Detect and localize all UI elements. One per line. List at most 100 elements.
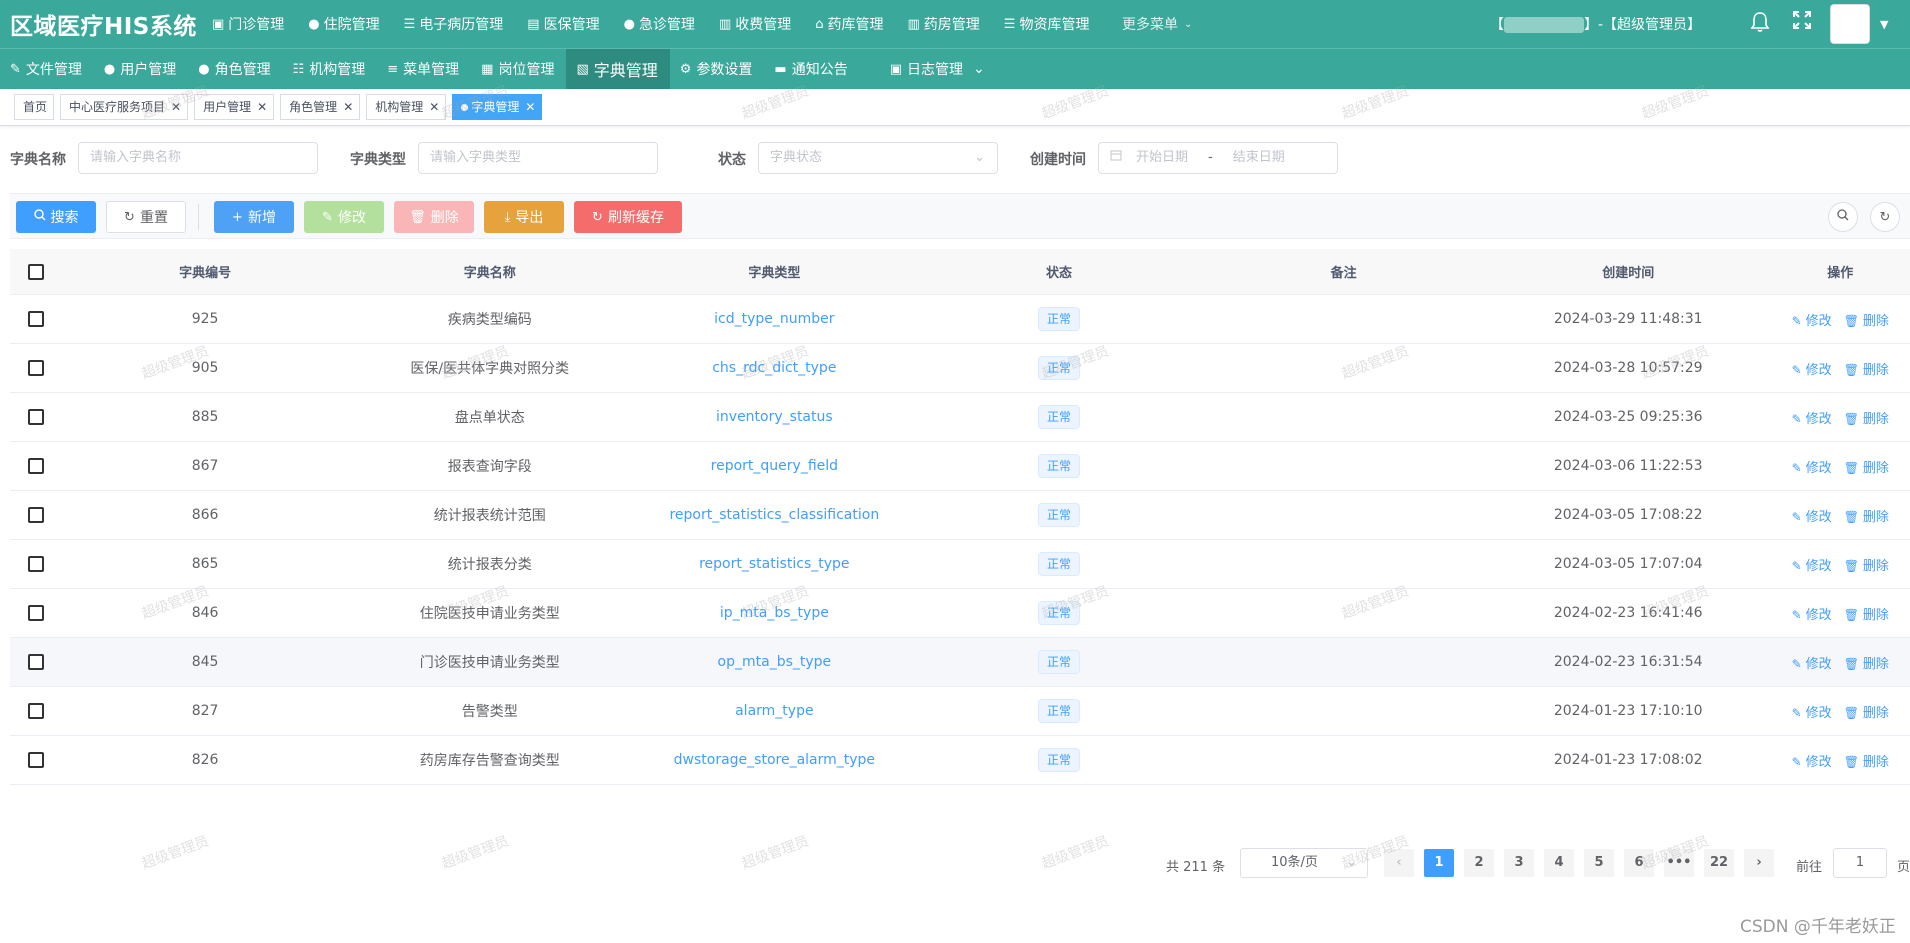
row-edit-button[interactable]: ✎ 修改 xyxy=(1792,702,1832,721)
row-checkbox[interactable] xyxy=(28,507,45,523)
row-checkbox-cell[interactable] xyxy=(10,556,63,572)
dict-type-link[interactable]: report_statistics_type xyxy=(632,556,917,572)
top-menu-item[interactable]: ▣ 门诊管理 xyxy=(200,0,296,48)
row-checkbox-cell[interactable] xyxy=(10,605,63,621)
export-button[interactable]: ⤓ 导出 xyxy=(484,201,564,233)
row-edit-button[interactable]: ✎ 修改 xyxy=(1792,751,1832,770)
refresh-table-button[interactable]: ↻ xyxy=(1870,202,1900,232)
sub-menu-item[interactable]: ▣ 日志管理 ⌄ xyxy=(880,49,997,90)
toggle-search-button[interactable] xyxy=(1828,202,1858,232)
tag-item[interactable]: 字典管理 ✕ xyxy=(452,94,543,120)
app-logo-title[interactable]: 区域医疗HIS系统 xyxy=(0,7,200,41)
table-row[interactable]: 826 药房库存告警查询类型 dwstorage_store_alarm_type 正… xyxy=(10,736,1910,785)
close-icon[interactable]: ✕ xyxy=(171,95,181,119)
tag-item[interactable]: 用户管理 ✕ xyxy=(194,94,275,120)
next-page-button[interactable]: › xyxy=(1744,849,1774,877)
close-icon[interactable]: ✕ xyxy=(429,95,439,119)
more-pages-button[interactable]: ••• xyxy=(1664,849,1694,877)
row-checkbox[interactable] xyxy=(28,458,45,474)
end-date-placeholder[interactable]: 结束日期 xyxy=(1233,143,1285,173)
tag-item[interactable]: 中心医疗服务项目 ✕ xyxy=(60,94,189,120)
edit-button[interactable]: ✎ 修改 xyxy=(304,201,384,233)
sub-menu-item[interactable]: ● 用户管理 xyxy=(94,49,188,90)
tag-item[interactable]: 机构管理 ✕ xyxy=(366,94,447,120)
dict-type-link[interactable]: op_mta_bs_type xyxy=(632,654,917,670)
user-info[interactable]: 【 】-【超级管理员】 xyxy=(1490,14,1701,34)
page-number-button[interactable]: 1 xyxy=(1424,849,1454,877)
row-edit-button[interactable]: ✎ 修改 xyxy=(1792,457,1832,476)
top-menu-item[interactable]: ● 住院管理 xyxy=(296,0,391,48)
sub-menu-item[interactable]: ▦ 岗位管理 xyxy=(471,49,566,90)
row-checkbox-cell[interactable] xyxy=(10,703,63,719)
sub-menu-item[interactable]: ▬ 通知公告 xyxy=(764,49,859,90)
refresh-cache-button[interactable]: ↻ 刷新缓存 xyxy=(574,201,682,233)
row-edit-button[interactable]: ✎ 修改 xyxy=(1792,506,1832,525)
sub-menu-item[interactable]: ● 角色管理 xyxy=(188,49,282,90)
row-checkbox-cell[interactable] xyxy=(10,507,63,523)
dict-type-link[interactable]: report_query_field xyxy=(632,458,917,474)
page-number-button[interactable]: 5 xyxy=(1584,849,1614,877)
page-number-button[interactable]: 22 xyxy=(1704,849,1734,877)
page-number-button[interactable]: 2 xyxy=(1464,849,1494,877)
dict-type-link[interactable]: inventory_status xyxy=(632,409,917,425)
row-edit-button[interactable]: ✎ 修改 xyxy=(1792,653,1832,672)
row-checkbox-cell[interactable] xyxy=(10,752,63,768)
top-menu-item[interactable]: ⌂ 药库管理 xyxy=(803,0,895,48)
page-number-button[interactable]: 3 xyxy=(1504,849,1534,877)
row-delete-button[interactable]: 🗑 删除 xyxy=(1844,506,1889,525)
row-delete-button[interactable]: 🗑 删除 xyxy=(1844,653,1889,672)
dict-type-link[interactable]: report_statistics_classification xyxy=(632,507,917,523)
row-checkbox[interactable] xyxy=(28,360,45,376)
sub-menu-item[interactable]: ☷ 机构管理 xyxy=(283,49,378,90)
row-delete-button[interactable]: 🗑 删除 xyxy=(1844,359,1889,378)
top-menu-item[interactable]: ☰ 电子病历管理 xyxy=(392,0,516,48)
row-delete-button[interactable]: 🗑 删除 xyxy=(1844,457,1889,476)
sub-menu-item[interactable]: ⚙ 参数设置 xyxy=(670,49,765,90)
dict-type-input[interactable]: 请输入字典类型 xyxy=(418,142,658,174)
sub-menu-item[interactable]: ▧ 字典管理 xyxy=(566,48,670,90)
row-checkbox-cell[interactable] xyxy=(10,360,63,376)
row-delete-button[interactable]: 🗑 删除 xyxy=(1844,555,1889,574)
row-checkbox-cell[interactable] xyxy=(10,458,63,474)
table-row[interactable]: 846 住院医技申请业务类型 ip_mta_bs_type 正常 2024-02-23 … xyxy=(10,589,1910,638)
top-menu-item[interactable]: ☰ 物资库管理 xyxy=(992,0,1102,48)
row-delete-button[interactable]: 🗑 删除 xyxy=(1844,702,1889,721)
delete-button[interactable]: 🗑 删除 xyxy=(394,201,474,233)
add-button[interactable]: + 新增 xyxy=(214,201,294,233)
table-row[interactable]: 885 盘点单状态 inventory_status 正常 2024-03-25 09:… xyxy=(10,393,1910,442)
row-edit-button[interactable]: ✎ 修改 xyxy=(1792,604,1832,623)
row-checkbox[interactable] xyxy=(28,556,45,572)
top-menu-item[interactable]: ▥ 收费管理 xyxy=(707,0,803,48)
avatar[interactable] xyxy=(1830,4,1870,44)
row-edit-button[interactable]: ✎ 修改 xyxy=(1792,408,1832,427)
search-button[interactable]: 搜索 xyxy=(16,201,96,233)
row-edit-button[interactable]: ✎ 修改 xyxy=(1792,359,1832,378)
dict-name-input[interactable]: 请输入字典名称 xyxy=(78,142,318,174)
top-menu-item[interactable]: ▥ 药房管理 xyxy=(896,0,992,48)
date-range-picker[interactable]: 开始日期 - 结束日期 xyxy=(1098,142,1338,174)
sub-menu-item[interactable]: ✎ 文件管理 xyxy=(0,49,94,90)
table-row[interactable]: 845 门诊医技申请业务类型 op_mta_bs_type 正常 2024-02-23 … xyxy=(10,638,1910,687)
dict-type-link[interactable]: ip_mta_bs_type xyxy=(632,605,917,621)
top-menu-item[interactable]: ● 急诊管理 xyxy=(612,0,707,48)
row-delete-button[interactable]: 🗑 删除 xyxy=(1844,751,1889,770)
row-checkbox[interactable] xyxy=(28,409,45,425)
select-all-checkbox[interactable] xyxy=(28,263,45,280)
start-date-placeholder[interactable]: 开始日期 xyxy=(1136,143,1188,173)
dict-type-link[interactable]: chs_rdc_dict_type xyxy=(632,360,917,376)
status-select[interactable]: 字典状态 ⌄ xyxy=(758,142,998,174)
prev-page-button[interactable]: ‹ xyxy=(1384,849,1414,877)
table-row[interactable]: 865 统计报表分类 report_statistics_type 正常 2024-03… xyxy=(10,540,1910,589)
row-edit-button[interactable]: ✎ 修改 xyxy=(1792,555,1832,574)
goto-page-input[interactable]: 1 xyxy=(1833,848,1887,878)
close-icon[interactable]: ✕ xyxy=(257,95,267,119)
reset-button[interactable]: ↻ 重置 xyxy=(106,201,186,233)
row-checkbox-cell[interactable] xyxy=(10,654,63,670)
page-size-select[interactable]: 10条/页 ⌄ xyxy=(1240,848,1368,878)
row-delete-button[interactable]: 🗑 删除 xyxy=(1844,310,1889,329)
row-checkbox[interactable] xyxy=(28,752,45,768)
row-checkbox-cell[interactable] xyxy=(10,311,63,327)
close-icon[interactable]: ✕ xyxy=(525,95,535,119)
table-row[interactable]: 827 告警类型 alarm_type 正常 2024-01-23 17:10:10 ✎ 修… xyxy=(10,687,1910,736)
row-checkbox[interactable] xyxy=(28,605,45,621)
